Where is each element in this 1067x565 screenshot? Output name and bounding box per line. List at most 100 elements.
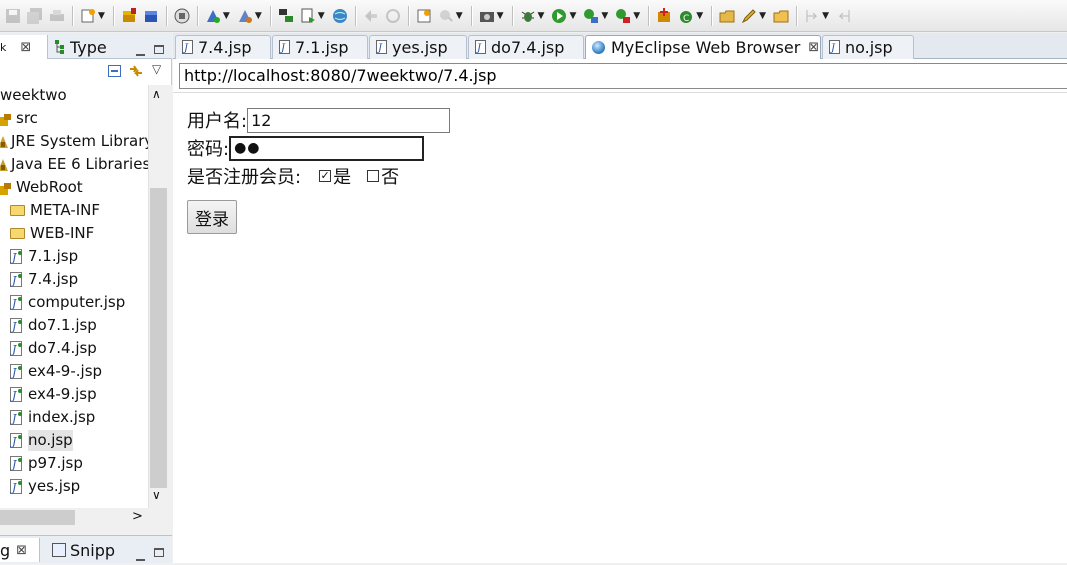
dropdown-arrow-icon[interactable]: ▼: [538, 11, 545, 21]
minimize-icon[interactable]: [136, 546, 145, 565]
scroll-thumb[interactable]: [150, 188, 167, 488]
dropdown-arrow-icon[interactable]: ▼: [223, 11, 230, 21]
dropdown-arrow-icon[interactable]: ▼: [255, 11, 262, 21]
maximize-icon[interactable]: [154, 542, 164, 561]
tree-item[interactable]: J 7.1.jsp: [10, 246, 78, 267]
tree-item[interactable]: Jex4-9-.jsp: [10, 361, 102, 382]
toolbar-separator: [196, 5, 198, 26]
tree-item[interactable]: Jdo7.4.jsp: [10, 338, 97, 359]
view-menu-icon[interactable]: ▽: [152, 62, 161, 76]
next-annotation-icon[interactable]: [804, 8, 820, 24]
tab-7-4-jsp[interactable]: J 7.4.jsp: [175, 35, 271, 59]
ejb-icon[interactable]: [143, 8, 159, 24]
camera-icon[interactable]: [479, 8, 495, 24]
tree-item[interactable]: Jindex.jsp: [10, 407, 95, 428]
database-icon[interactable]: [278, 8, 294, 24]
run-server-icon[interactable]: [237, 8, 253, 24]
new-package-icon[interactable]: [656, 7, 672, 24]
dropdown-arrow-icon[interactable]: ▼: [497, 11, 504, 21]
tree-item[interactable]: Jcomputer.jsp: [10, 292, 125, 313]
tree-vertical-scrollbar[interactable]: ∧ ∨: [148, 85, 167, 508]
tab-do7-4-jsp[interactable]: J do7.4.jsp: [468, 35, 584, 59]
deploy-icon[interactable]: [205, 8, 221, 24]
open-web-icon[interactable]: [300, 8, 316, 24]
print-icon[interactable]: [49, 8, 65, 24]
tree-item[interactable]: Java EE 6 Libraries: [0, 154, 148, 175]
tree-item[interactable]: Jex4-9.jsp: [10, 384, 97, 405]
back-nav-icon[interactable]: [363, 8, 379, 24]
save-all-icon[interactable]: [27, 7, 43, 24]
forward-nav-icon[interactable]: [385, 8, 401, 24]
jsp-file-icon: J: [10, 363, 24, 380]
dropdown-arrow-icon[interactable]: ▼: [759, 11, 766, 21]
close-icon[interactable]: ⊠: [16, 543, 27, 558]
collapse-all-icon[interactable]: [108, 65, 121, 77]
link-with-editor-icon[interactable]: [128, 63, 144, 83]
scroll-down-icon[interactable]: ∨: [152, 488, 161, 502]
tree-item[interactable]: Jno.jsp: [10, 430, 73, 451]
run-icon[interactable]: [551, 8, 567, 24]
close-icon[interactable]: ⊠: [808, 40, 819, 55]
maximize-icon[interactable]: [154, 39, 164, 58]
tree-item[interactable]: Jp97.jsp: [10, 453, 83, 474]
password-row: 密码: ●●: [187, 135, 425, 161]
run-last-icon[interactable]: [583, 8, 599, 24]
server-icon[interactable]: [174, 8, 190, 24]
globe-icon[interactable]: [332, 8, 348, 24]
new-java-class-icon[interactable]: [416, 8, 432, 24]
scroll-right-icon[interactable]: >: [132, 509, 143, 524]
close-icon[interactable]: ⊠: [20, 40, 31, 55]
dropdown-arrow-icon[interactable]: ▼: [601, 11, 608, 21]
tree-horizontal-scrollbar[interactable]: >: [0, 508, 148, 527]
tree-item[interactable]: JRE System Library: [0, 131, 148, 152]
new-class-icon[interactable]: C: [678, 8, 694, 24]
external-tools-icon[interactable]: [615, 8, 631, 24]
minimize-icon[interactable]: [136, 41, 145, 60]
tree-item-label: JRE System Library: [11, 132, 148, 150]
dropdown-arrow-icon[interactable]: ▼: [456, 11, 463, 21]
tree-item[interactable]: J 7.4.jsp: [10, 269, 78, 290]
tree-item[interactable]: META-INF: [10, 200, 100, 221]
tab-7-1-jsp[interactable]: J 7.1.jsp: [272, 35, 368, 59]
tree-item[interactable]: weektwo: [0, 85, 67, 106]
jsp-file-icon: J: [10, 271, 24, 288]
yes-checkbox[interactable]: ✓: [319, 169, 332, 182]
scroll-thumb[interactable]: [0, 510, 75, 525]
tab-yes-jsp[interactable]: J yes.jsp: [369, 35, 467, 59]
dropdown-arrow-icon[interactable]: ▼: [696, 11, 703, 21]
package-icon[interactable]: [121, 7, 137, 24]
open-folder-icon[interactable]: [773, 8, 789, 24]
tab-no-jsp[interactable]: J no.jsp: [822, 35, 914, 59]
tree-item[interactable]: WebRoot: [0, 177, 83, 198]
login-button[interactable]: 登录: [187, 200, 237, 234]
library-icon: [0, 134, 8, 150]
tab-package-explorer[interactable]: k ⊠: [0, 35, 48, 59]
no-checkbox[interactable]: [367, 169, 380, 182]
url-input[interactable]: http://localhost:8080/7weektwo/7.4.jsp: [179, 63, 1067, 89]
save-icon[interactable]: [5, 8, 21, 24]
pencil-icon[interactable]: [741, 8, 757, 24]
new-wizard-icon[interactable]: [80, 8, 96, 24]
password-input[interactable]: ●●: [229, 135, 425, 161]
tree-item[interactable]: WEB-INF: [10, 223, 94, 244]
dropdown-arrow-icon[interactable]: ▼: [318, 11, 325, 21]
dropdown-arrow-icon[interactable]: ▼: [569, 11, 576, 21]
tab-web-browser[interactable]: MyEclipse Web Browser ⊠: [585, 35, 821, 59]
scroll-up-icon[interactable]: ∧: [152, 87, 161, 101]
tab-console[interactable]: g ⊠: [0, 538, 40, 562]
dropdown-arrow-icon[interactable]: ▼: [633, 11, 640, 21]
search-web-icon[interactable]: [438, 8, 454, 24]
hierarchy-icon: [54, 39, 66, 55]
tab-snippets[interactable]: Snipp: [52, 538, 115, 562]
open-type-icon[interactable]: [719, 8, 735, 24]
debug-icon[interactable]: [520, 8, 536, 24]
tree-item[interactable]: Jdo7.1.jsp: [10, 315, 97, 336]
tree-item[interactable]: Jyes.jsp: [10, 476, 80, 497]
dropdown-arrow-icon[interactable]: ▼: [822, 11, 829, 21]
username-input[interactable]: 12: [247, 107, 451, 133]
tree-item[interactable]: src: [0, 108, 38, 129]
tree-item-label: src: [16, 109, 38, 127]
tab-type-hierarchy[interactable]: Type: [54, 35, 107, 59]
prev-annotation-icon[interactable]: [836, 8, 852, 24]
dropdown-arrow-icon[interactable]: ▼: [98, 11, 105, 21]
